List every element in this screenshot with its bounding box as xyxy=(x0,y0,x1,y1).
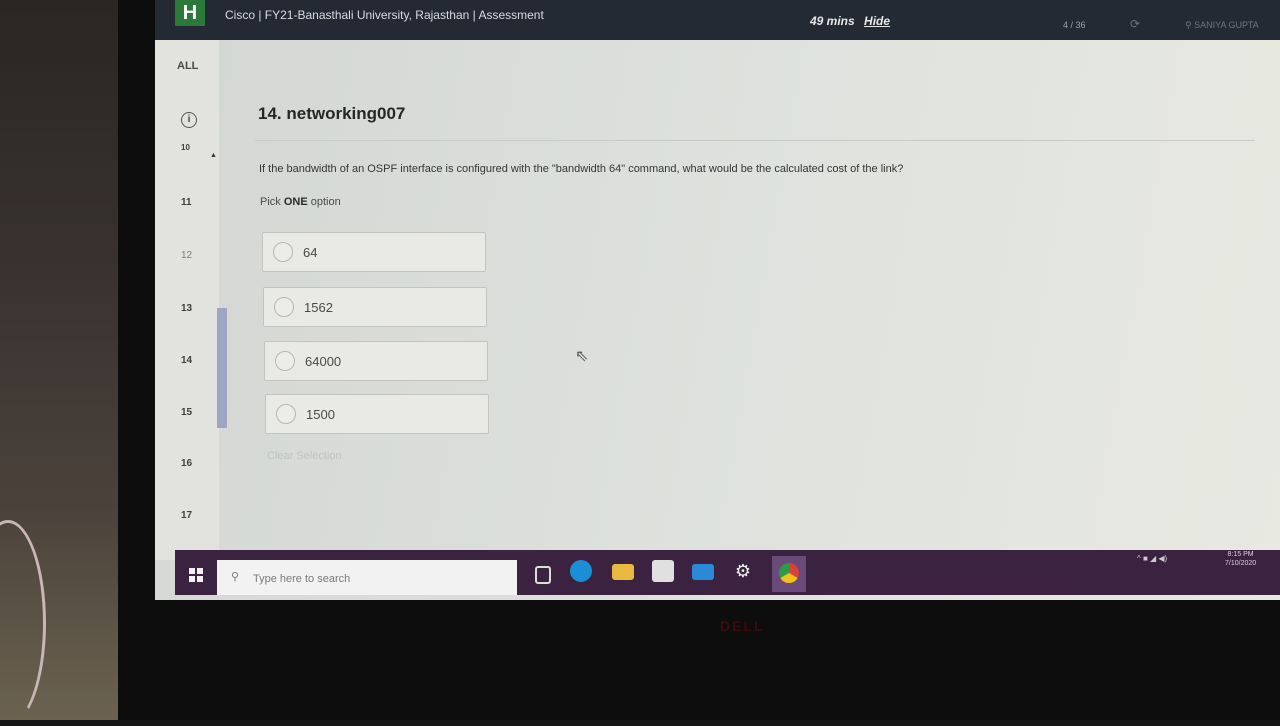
option-label: 1500 xyxy=(306,407,335,422)
hide-timer-link[interactable]: Hide xyxy=(864,14,890,28)
question-navigator: ALL i ▲ 10 11 12 13 14 15 16 17 18 xyxy=(155,40,219,560)
mouse-cursor-icon: ⇖ xyxy=(575,346,588,366)
settings-gear-icon[interactable]: ⚙ xyxy=(732,560,754,582)
search-icon: ⚲ xyxy=(231,570,239,583)
edge-icon[interactable] xyxy=(570,560,592,582)
windows-taskbar: ⚲ Type here to search ⚙ ^ ■ ◢ ◀) 8:15 PM… xyxy=(175,550,1280,595)
assessment-header: H Cisco | FY21-Banasthali University, Ra… xyxy=(155,0,1280,40)
search-placeholder: Type here to search xyxy=(253,573,350,585)
nav-question-12[interactable]: 12 xyxy=(181,250,192,261)
user-icon: ⚲ xyxy=(1185,20,1192,30)
nav-question-14[interactable]: 14 xyxy=(181,355,192,366)
nav-question-11[interactable]: 11 xyxy=(181,197,192,208)
pick-bold: ONE xyxy=(284,196,308,208)
assessment-title: Cisco | FY21-Banasthali University, Raja… xyxy=(225,8,544,22)
file-explorer-icon[interactable] xyxy=(612,564,634,580)
question-text: If the bandwidth of an OSPF interface is… xyxy=(259,163,903,175)
taskbar-search-box[interactable]: ⚲ Type here to search xyxy=(217,560,517,595)
nav-question-15[interactable]: 15 xyxy=(181,407,192,418)
taskbar-clock[interactable]: 8:15 PM 7/10/2020 xyxy=(1225,550,1256,568)
scroll-up-icon[interactable]: ▲ xyxy=(210,152,217,159)
charging-cable xyxy=(0,520,46,726)
radio-button[interactable] xyxy=(276,404,296,424)
option-1[interactable]: 64 xyxy=(262,232,486,272)
pick-prefix: Pick xyxy=(260,196,281,208)
desk-background xyxy=(0,0,118,720)
user-name[interactable]: ⚲ SANIYA GUPTA xyxy=(1185,20,1259,31)
pick-suffix: option xyxy=(311,196,341,208)
chrome-icon xyxy=(779,563,799,583)
hackerrank-logo: H xyxy=(175,0,205,26)
divider xyxy=(255,140,1255,141)
nav-all-tab[interactable]: ALL xyxy=(177,60,198,72)
option-label: 64000 xyxy=(305,354,341,369)
nav-question-10[interactable]: 10 xyxy=(181,143,190,152)
chrome-active-tab[interactable] xyxy=(772,556,806,592)
radio-button[interactable] xyxy=(273,242,293,262)
question-progress: 4 / 36 xyxy=(1063,20,1086,30)
refresh-icon[interactable]: ⟳ xyxy=(1130,17,1142,29)
system-tray[interactable]: ^ ■ ◢ ◀) xyxy=(1137,554,1167,563)
option-3[interactable]: 64000 xyxy=(264,341,488,381)
option-4[interactable]: 1500 xyxy=(265,394,489,434)
nav-scrollbar[interactable] xyxy=(217,308,227,428)
dell-logo: DELL xyxy=(720,618,765,634)
clear-selection-link[interactable]: Clear Selection xyxy=(267,450,342,462)
question-title: 14. networking007 xyxy=(258,104,405,124)
nav-question-13[interactable]: 13 xyxy=(181,303,192,314)
timer-value: 49 mins xyxy=(810,14,855,28)
clock-time: 8:15 PM xyxy=(1225,550,1256,559)
info-icon[interactable]: i xyxy=(181,112,197,128)
radio-button[interactable] xyxy=(275,351,295,371)
radio-button[interactable] xyxy=(274,297,294,317)
option-label: 1562 xyxy=(304,300,333,315)
nav-question-17[interactable]: 17 xyxy=(181,510,192,521)
windows-start-icon[interactable] xyxy=(189,568,203,582)
nav-question-16[interactable]: 16 xyxy=(181,458,192,469)
clock-date: 7/10/2020 xyxy=(1225,559,1256,568)
option-label: 64 xyxy=(303,245,317,260)
laptop-screen: H Cisco | FY21-Banasthali University, Ra… xyxy=(155,0,1280,600)
timer: 49 mins Hide xyxy=(810,14,890,28)
task-view-icon[interactable] xyxy=(535,566,551,584)
option-2[interactable]: 1562 xyxy=(263,287,487,327)
mail-icon[interactable] xyxy=(692,564,714,580)
pick-instruction: Pick ONE option xyxy=(260,196,341,208)
user-label: SANIYA GUPTA xyxy=(1194,20,1259,30)
store-icon[interactable] xyxy=(652,560,674,582)
